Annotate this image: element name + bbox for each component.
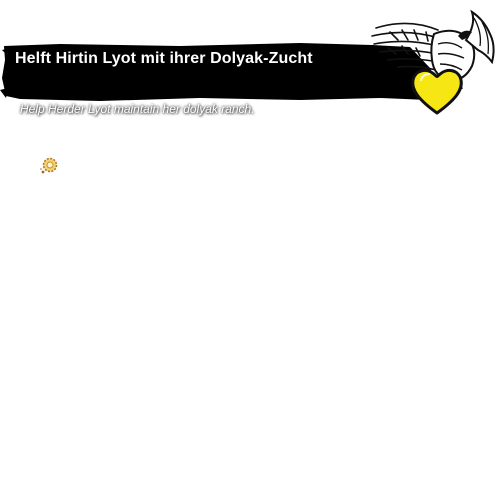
- ranch-task-icon[interactable]: [38, 155, 60, 177]
- renown-heart-icon: [409, 66, 465, 116]
- objective-subtitle: Help Herder Lyot maintain her dolyak ran…: [20, 102, 255, 116]
- heart-objective-overlay: Helft Hirtin Lyot mit ihrer Dolyak-Zucht…: [0, 0, 500, 500]
- objective-title: Helft Hirtin Lyot mit ihrer Dolyak-Zucht: [15, 50, 313, 67]
